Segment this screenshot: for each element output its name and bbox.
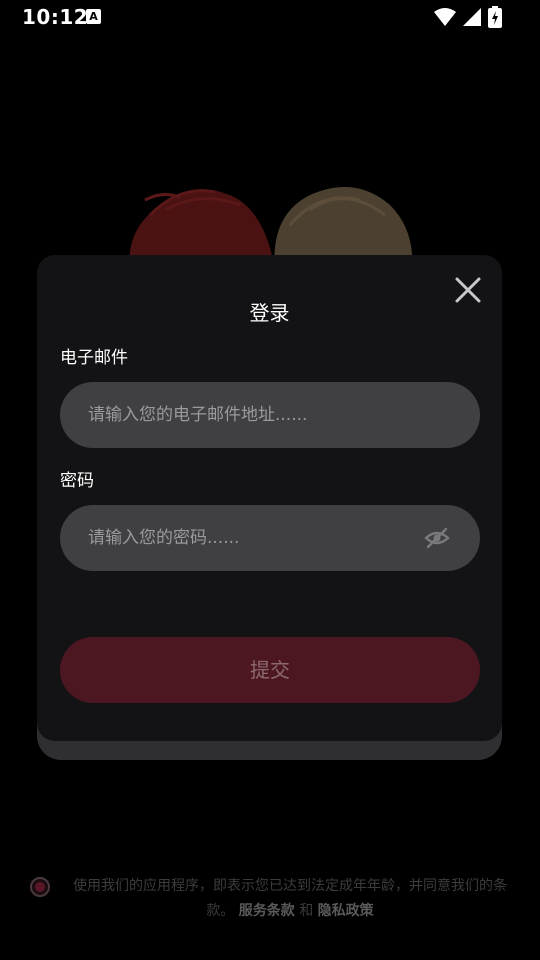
eye-off-icon[interactable] xyxy=(424,525,450,551)
privacy-link[interactable]: 隐私政策 xyxy=(318,903,374,919)
email-label: 电子邮件 xyxy=(60,348,128,368)
notification-icon: A xyxy=(86,9,101,24)
status-icons xyxy=(434,6,502,28)
agreement-checkbox[interactable] xyxy=(30,877,50,897)
email-field-container xyxy=(60,382,480,448)
wifi-icon xyxy=(434,8,456,26)
agreement-and: 和 xyxy=(299,903,314,919)
password-field-container xyxy=(60,505,480,571)
terms-link[interactable]: 服务条款 xyxy=(239,903,295,919)
battery-charging-icon xyxy=(488,6,502,28)
agreement-text: 使用我们的应用程序，即表示您已达到法定成年年龄，并同意我们的条款。 服务条款 和… xyxy=(60,874,520,924)
password-field[interactable] xyxy=(88,505,418,571)
email-field[interactable] xyxy=(88,382,418,448)
password-label: 密码 xyxy=(60,471,94,491)
status-bar: 10:12 A xyxy=(0,0,540,34)
dialog-title: 登录 xyxy=(249,301,290,325)
status-time: 10:12 xyxy=(22,5,89,29)
login-screen: 10:12 A 登录 电子邮件 请输入您的电子邮件地址...... 密码 提交 … xyxy=(0,0,540,960)
submit-button[interactable]: 提交 xyxy=(60,637,480,703)
signal-icon xyxy=(463,8,481,26)
login-dialog: 登录 电子邮件 密码 提交 xyxy=(37,255,502,741)
